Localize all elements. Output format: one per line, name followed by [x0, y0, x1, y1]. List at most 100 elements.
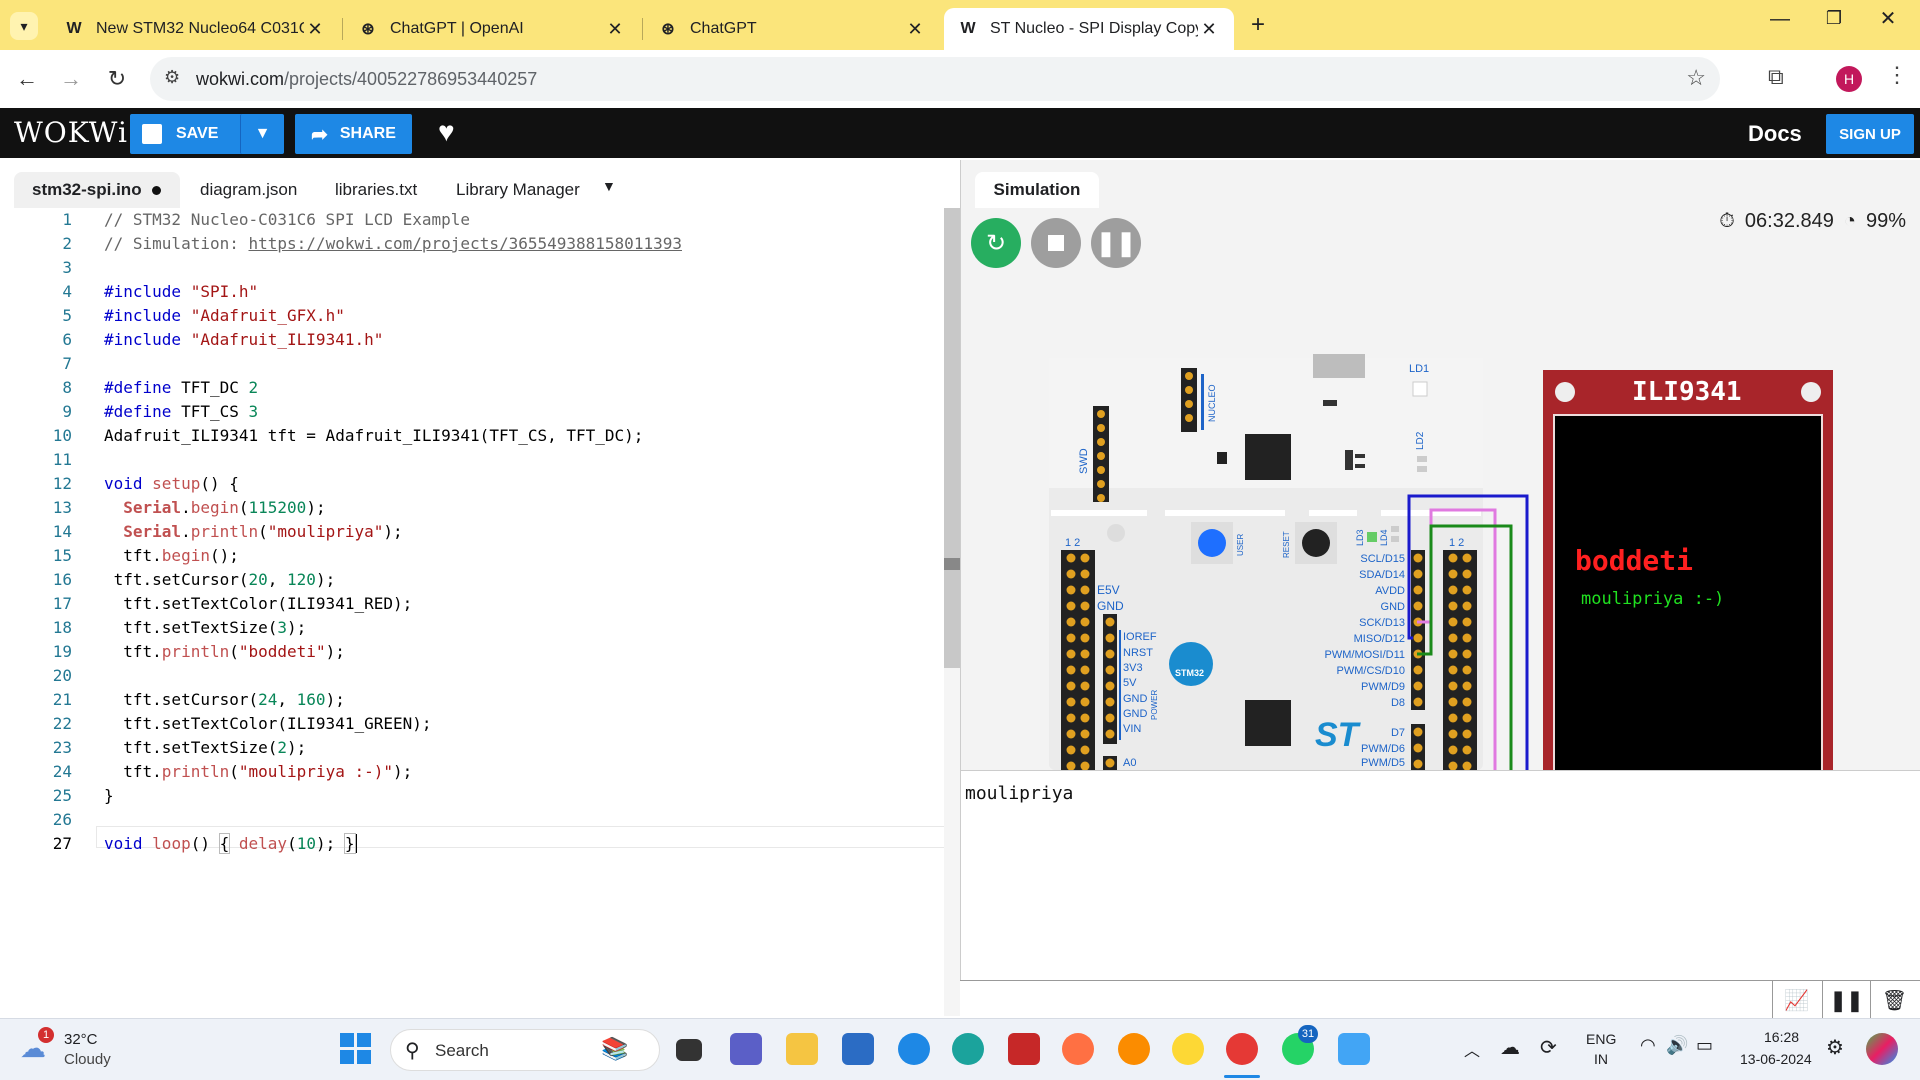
kebab-menu-icon[interactable]: ⋮: [1886, 62, 1908, 88]
clock-date[interactable]: 13-06-2024: [1740, 1051, 1812, 1067]
signup-button[interactable]: SIGN UP: [1826, 114, 1914, 154]
battery-icon[interactable]: ▭: [1696, 1035, 1713, 1056]
header-pin: [1448, 553, 1458, 563]
save-label: SAVE: [176, 125, 219, 142]
edge-icon[interactable]: [952, 1033, 984, 1065]
tab-diagram-json[interactable]: diagram.json: [200, 172, 297, 208]
docs-link[interactable]: Docs: [1748, 121, 1802, 147]
pin-label: GND: [1123, 708, 1148, 720]
settings-gear-icon[interactable]: ⚙: [1826, 1035, 1844, 1060]
code-line: #include "Adafruit_GFX.h": [104, 306, 345, 325]
copilot-icon[interactable]: [1866, 1033, 1898, 1065]
volume-icon[interactable]: 🔊: [1666, 1035, 1688, 1056]
editor-tab-bar: stm32-spi.ino diagram.json libraries.txt…: [0, 160, 960, 208]
wokwi-icon: W: [66, 20, 82, 37]
browser-tab-3[interactable]: ⊛ ChatGPT ✕: [644, 8, 940, 50]
omnibox[interactable]: ⚙ wokwi.com/projects/400522786953440257 …: [150, 57, 1720, 101]
code-line: void setup() {: [104, 474, 239, 493]
pin-numbers-left: 1 2: [1065, 537, 1080, 549]
pin-label: 3V3: [1123, 662, 1143, 674]
code-line: tft.setTextSize(2);: [104, 738, 307, 757]
header-pin: [1080, 617, 1090, 627]
editor-scrollbar[interactable]: [944, 208, 960, 1016]
lang-in[interactable]: IN: [1594, 1051, 1608, 1067]
chrome-icon[interactable]: [1226, 1033, 1258, 1065]
close-icon[interactable]: ✕: [604, 19, 626, 40]
pin-label: 5V: [1123, 677, 1137, 689]
task-view-icon[interactable]: [676, 1039, 702, 1061]
header-pin: [1080, 729, 1090, 739]
plotter-button[interactable]: 📈: [1772, 981, 1820, 1019]
clock-time[interactable]: 16:28: [1764, 1029, 1799, 1045]
onedrive-icon[interactable]: ☁: [1500, 1035, 1520, 1060]
back-button[interactable]: ←: [8, 60, 46, 98]
ms-store-icon[interactable]: [842, 1033, 874, 1065]
tab-library-manager[interactable]: Library Manager: [456, 172, 580, 208]
header-pin: [1462, 729, 1472, 739]
tabs-dropdown-icon[interactable]: ▼: [602, 178, 616, 194]
profile-avatar[interactable]: H: [1836, 66, 1862, 92]
help-icon[interactable]: [898, 1033, 930, 1065]
sync-icon[interactable]: ⟳: [1540, 1035, 1557, 1060]
mcafee-icon[interactable]: [1008, 1033, 1040, 1065]
serial-clear-button[interactable]: 🗑: [1870, 981, 1918, 1019]
chrome-canary-icon[interactable]: [1172, 1033, 1204, 1065]
header-pin: [1066, 665, 1076, 675]
minimize-button[interactable]: —: [1760, 8, 1800, 38]
browser-tab-2[interactable]: ⊛ ChatGPT | OpenAI ✕: [344, 8, 640, 50]
serial-input[interactable]: [960, 981, 1772, 1019]
line-number: 24: [52, 762, 72, 781]
save-button[interactable]: SAVE: [130, 114, 248, 154]
browser-tab-4-active[interactable]: W ST Nucleo - SPI Display Copy - ✕: [944, 8, 1234, 50]
code-line: #include "SPI.h": [104, 282, 259, 301]
brave-icon[interactable]: [1118, 1033, 1150, 1065]
firefox-icon[interactable]: [1062, 1033, 1094, 1065]
save-dropdown-button[interactable]: ▼: [240, 114, 284, 154]
pin-label: PWM/MOSI/D11: [1325, 649, 1405, 661]
share-button[interactable]: ➦ SHARE: [295, 114, 412, 154]
wokwi-logo[interactable]: WOKWi: [14, 116, 128, 149]
tab-stm32-spi-ino[interactable]: stm32-spi.ino: [14, 172, 180, 208]
close-icon[interactable]: ✕: [1198, 19, 1220, 40]
reload-button[interactable]: ↻: [98, 60, 136, 98]
chevron-down-icon: ▾: [20, 17, 28, 34]
tab-search-button[interactable]: ▾: [10, 12, 38, 40]
line-number: 16: [52, 570, 72, 589]
pause-icon: ❚❚: [1829, 989, 1864, 1012]
weather-widget[interactable]: ☁ 1 32°C Cloudy: [20, 1027, 150, 1073]
close-icon[interactable]: ✕: [304, 19, 326, 40]
serial-pause-button[interactable]: ❚❚: [1822, 981, 1870, 1019]
file-explorer-icon[interactable]: [786, 1033, 818, 1065]
code-line: #include "Adafruit_ILI9341.h": [104, 330, 384, 349]
active-app-indicator: [1224, 1075, 1260, 1078]
new-tab-button[interactable]: +: [1244, 12, 1272, 40]
site-info-icon[interactable]: ⚙: [164, 67, 180, 88]
tab-libraries-txt[interactable]: libraries.txt: [335, 172, 417, 208]
heart-icon[interactable]: ♥: [438, 116, 455, 148]
openai-icon: ⊛: [661, 21, 675, 38]
notepad-icon[interactable]: [1338, 1033, 1370, 1065]
close-icon[interactable]: ✕: [904, 19, 926, 40]
code-editor[interactable]: 1 2 3 4 5 6 7 8 9 10 11 12 13 14 15 16 17 18 19 20 21 22 23 24 2…: [0, 208, 958, 1016]
simulation-panel: Simulation ↻ ❚❚ ⏱ 06:32.849 ◔ 99% NUCLEO…: [960, 160, 1920, 770]
url-text[interactable]: wokwi.com/projects/400522786953440257: [196, 69, 537, 90]
teams-icon[interactable]: [730, 1033, 762, 1065]
wifi-icon[interactable]: ◠: [1640, 1035, 1656, 1056]
start-button[interactable]: [340, 1033, 372, 1065]
pin-label: PWM/D9: [1361, 681, 1405, 693]
header-pin: [1105, 681, 1115, 691]
header-pin: [1462, 665, 1472, 675]
browser-tab-1[interactable]: W New STM32 Nucleo64 C031C6 ✕: [50, 8, 340, 50]
bookmark-star-icon[interactable]: ☆: [1686, 65, 1706, 91]
chevron-up-icon[interactable]: ︿: [1464, 1037, 1480, 1061]
lang-eng[interactable]: ENG: [1586, 1031, 1616, 1047]
taskbar-search[interactable]: ⚲ Search 📚: [390, 1029, 660, 1071]
scrollbar-thumb[interactable]: [944, 208, 960, 668]
stm32-chip: [1245, 700, 1291, 746]
close-window-button[interactable]: ✕: [1868, 6, 1908, 36]
extensions-icon[interactable]: ⧉: [1768, 64, 1784, 90]
pin-label: SCK/D13: [1359, 617, 1405, 629]
simulation-canvas[interactable]: NUCLEO SWD LD1 LD2 USER RESET LD3 LD4 1 …: [961, 160, 1920, 770]
forward-button[interactable]: →: [52, 60, 90, 98]
restore-button[interactable]: ❐: [1814, 8, 1854, 38]
